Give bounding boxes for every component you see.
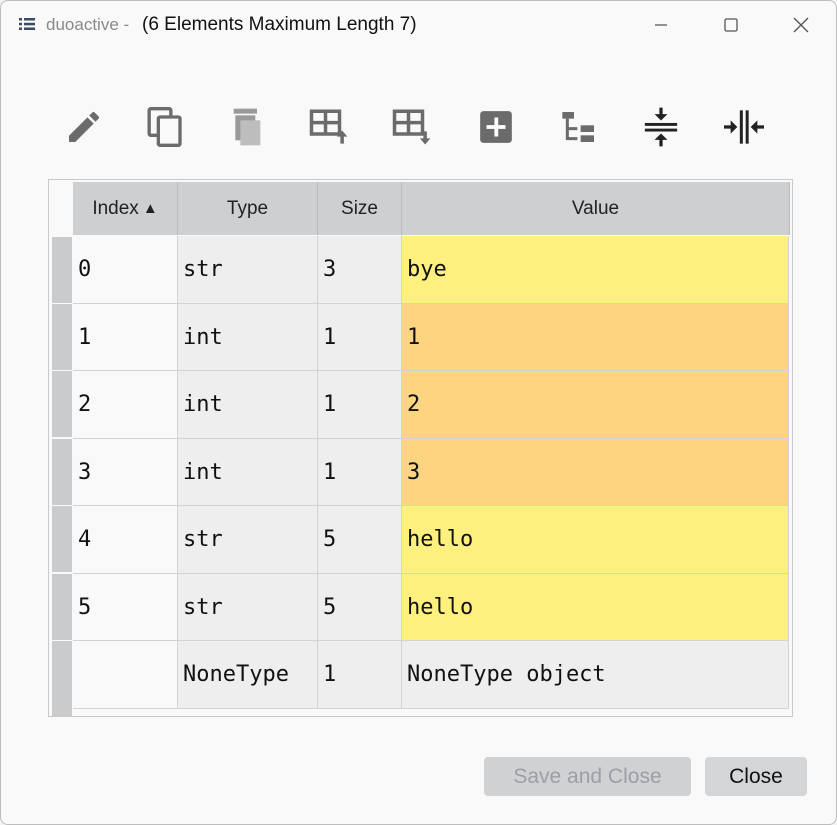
size-cell[interactable]: 1 bbox=[318, 641, 402, 709]
size-cell[interactable]: 1 bbox=[318, 304, 402, 371]
size-cell[interactable]: 5 bbox=[318, 506, 402, 574]
copy-icon bbox=[147, 107, 182, 147]
close-button[interactable]: Close bbox=[705, 757, 807, 796]
index-cell[interactable]: 4 bbox=[73, 506, 178, 574]
add-element-button[interactable] bbox=[472, 103, 520, 151]
column-header-size[interactable]: Size bbox=[318, 182, 402, 235]
index-cell[interactable]: 3 bbox=[73, 439, 178, 506]
index-cell[interactable]: 5 bbox=[73, 574, 178, 641]
close-icon bbox=[793, 17, 809, 33]
value-cell[interactable]: 3 bbox=[402, 439, 789, 506]
type-cell[interactable]: str bbox=[178, 506, 318, 574]
insert-below-icon bbox=[392, 109, 431, 145]
index-cell[interactable]: 0 bbox=[73, 236, 178, 304]
value-cell[interactable]: hello bbox=[402, 506, 789, 574]
index-cell[interactable]: 1 bbox=[73, 304, 178, 371]
delete-button[interactable] bbox=[223, 103, 271, 151]
size-cell[interactable]: 1 bbox=[318, 439, 402, 506]
maximize-icon bbox=[724, 18, 738, 32]
app-name: duoactive - bbox=[46, 15, 130, 34]
insert-row-below-button[interactable] bbox=[388, 103, 436, 151]
row-header[interactable] bbox=[52, 439, 72, 505]
delete-icon bbox=[233, 108, 261, 146]
title-bar: duoactive - (6 Elements Maximum Length 7… bbox=[1, 1, 836, 49]
column-header-value[interactable]: Value bbox=[402, 182, 790, 235]
value-cell[interactable]: 1 bbox=[402, 304, 789, 371]
expand-icon bbox=[724, 110, 764, 144]
list-app-icon bbox=[19, 18, 35, 30]
copy-button[interactable] bbox=[141, 103, 189, 151]
row-header[interactable] bbox=[52, 641, 72, 716]
add-icon bbox=[480, 111, 512, 143]
size-cell[interactable]: 1 bbox=[318, 371, 402, 439]
column-header-index[interactable]: Index ▲ bbox=[73, 182, 178, 235]
row-header[interactable] bbox=[52, 304, 72, 370]
type-cell[interactable]: int bbox=[178, 439, 318, 506]
value-cell[interactable]: 2 bbox=[402, 371, 789, 439]
size-cell[interactable]: 5 bbox=[318, 574, 402, 641]
row-header[interactable] bbox=[52, 237, 72, 303]
collapse-icon bbox=[644, 107, 678, 147]
insert-row-above-button[interactable] bbox=[305, 103, 353, 151]
tree-icon bbox=[562, 112, 594, 142]
minimize-button[interactable] bbox=[626, 1, 696, 49]
row-header[interactable] bbox=[52, 371, 72, 437]
type-cell[interactable]: NoneType bbox=[178, 641, 318, 709]
elements-table: Index ▲ Type Size Value 0 str 3 bye 1 in… bbox=[48, 179, 793, 717]
save-and-close-button[interactable]: Save and Close bbox=[484, 757, 691, 796]
row-header[interactable] bbox=[52, 506, 72, 572]
type-cell[interactable]: int bbox=[178, 304, 318, 371]
type-cell[interactable]: str bbox=[178, 236, 318, 304]
close-window-button[interactable] bbox=[766, 1, 836, 49]
type-cell[interactable]: str bbox=[178, 574, 318, 641]
sort-ascending-icon: ▲ bbox=[142, 200, 158, 217]
size-cell[interactable]: 3 bbox=[318, 236, 402, 304]
type-cell[interactable]: int bbox=[178, 371, 318, 439]
value-cell[interactable]: bye bbox=[402, 236, 789, 304]
tree-view-button[interactable] bbox=[555, 103, 603, 151]
edit-button[interactable] bbox=[60, 103, 108, 151]
edit-icon bbox=[69, 111, 100, 142]
insert-above-icon bbox=[309, 109, 348, 144]
minimize-icon bbox=[655, 24, 667, 26]
value-cell[interactable]: hello bbox=[402, 574, 789, 641]
index-cell[interactable]: 2 bbox=[73, 371, 178, 439]
row-header[interactable] bbox=[52, 574, 72, 640]
index-cell[interactable] bbox=[73, 641, 178, 709]
collapse-button[interactable] bbox=[637, 103, 685, 151]
dialog-window: duoactive - (6 Elements Maximum Length 7… bbox=[0, 0, 837, 825]
maximize-button[interactable] bbox=[696, 1, 766, 49]
expand-button[interactable] bbox=[720, 103, 768, 151]
column-header-type[interactable]: Type bbox=[178, 182, 318, 235]
window-title: (6 Elements Maximum Length 7) bbox=[142, 14, 417, 35]
value-cell[interactable]: NoneType object bbox=[402, 641, 789, 709]
